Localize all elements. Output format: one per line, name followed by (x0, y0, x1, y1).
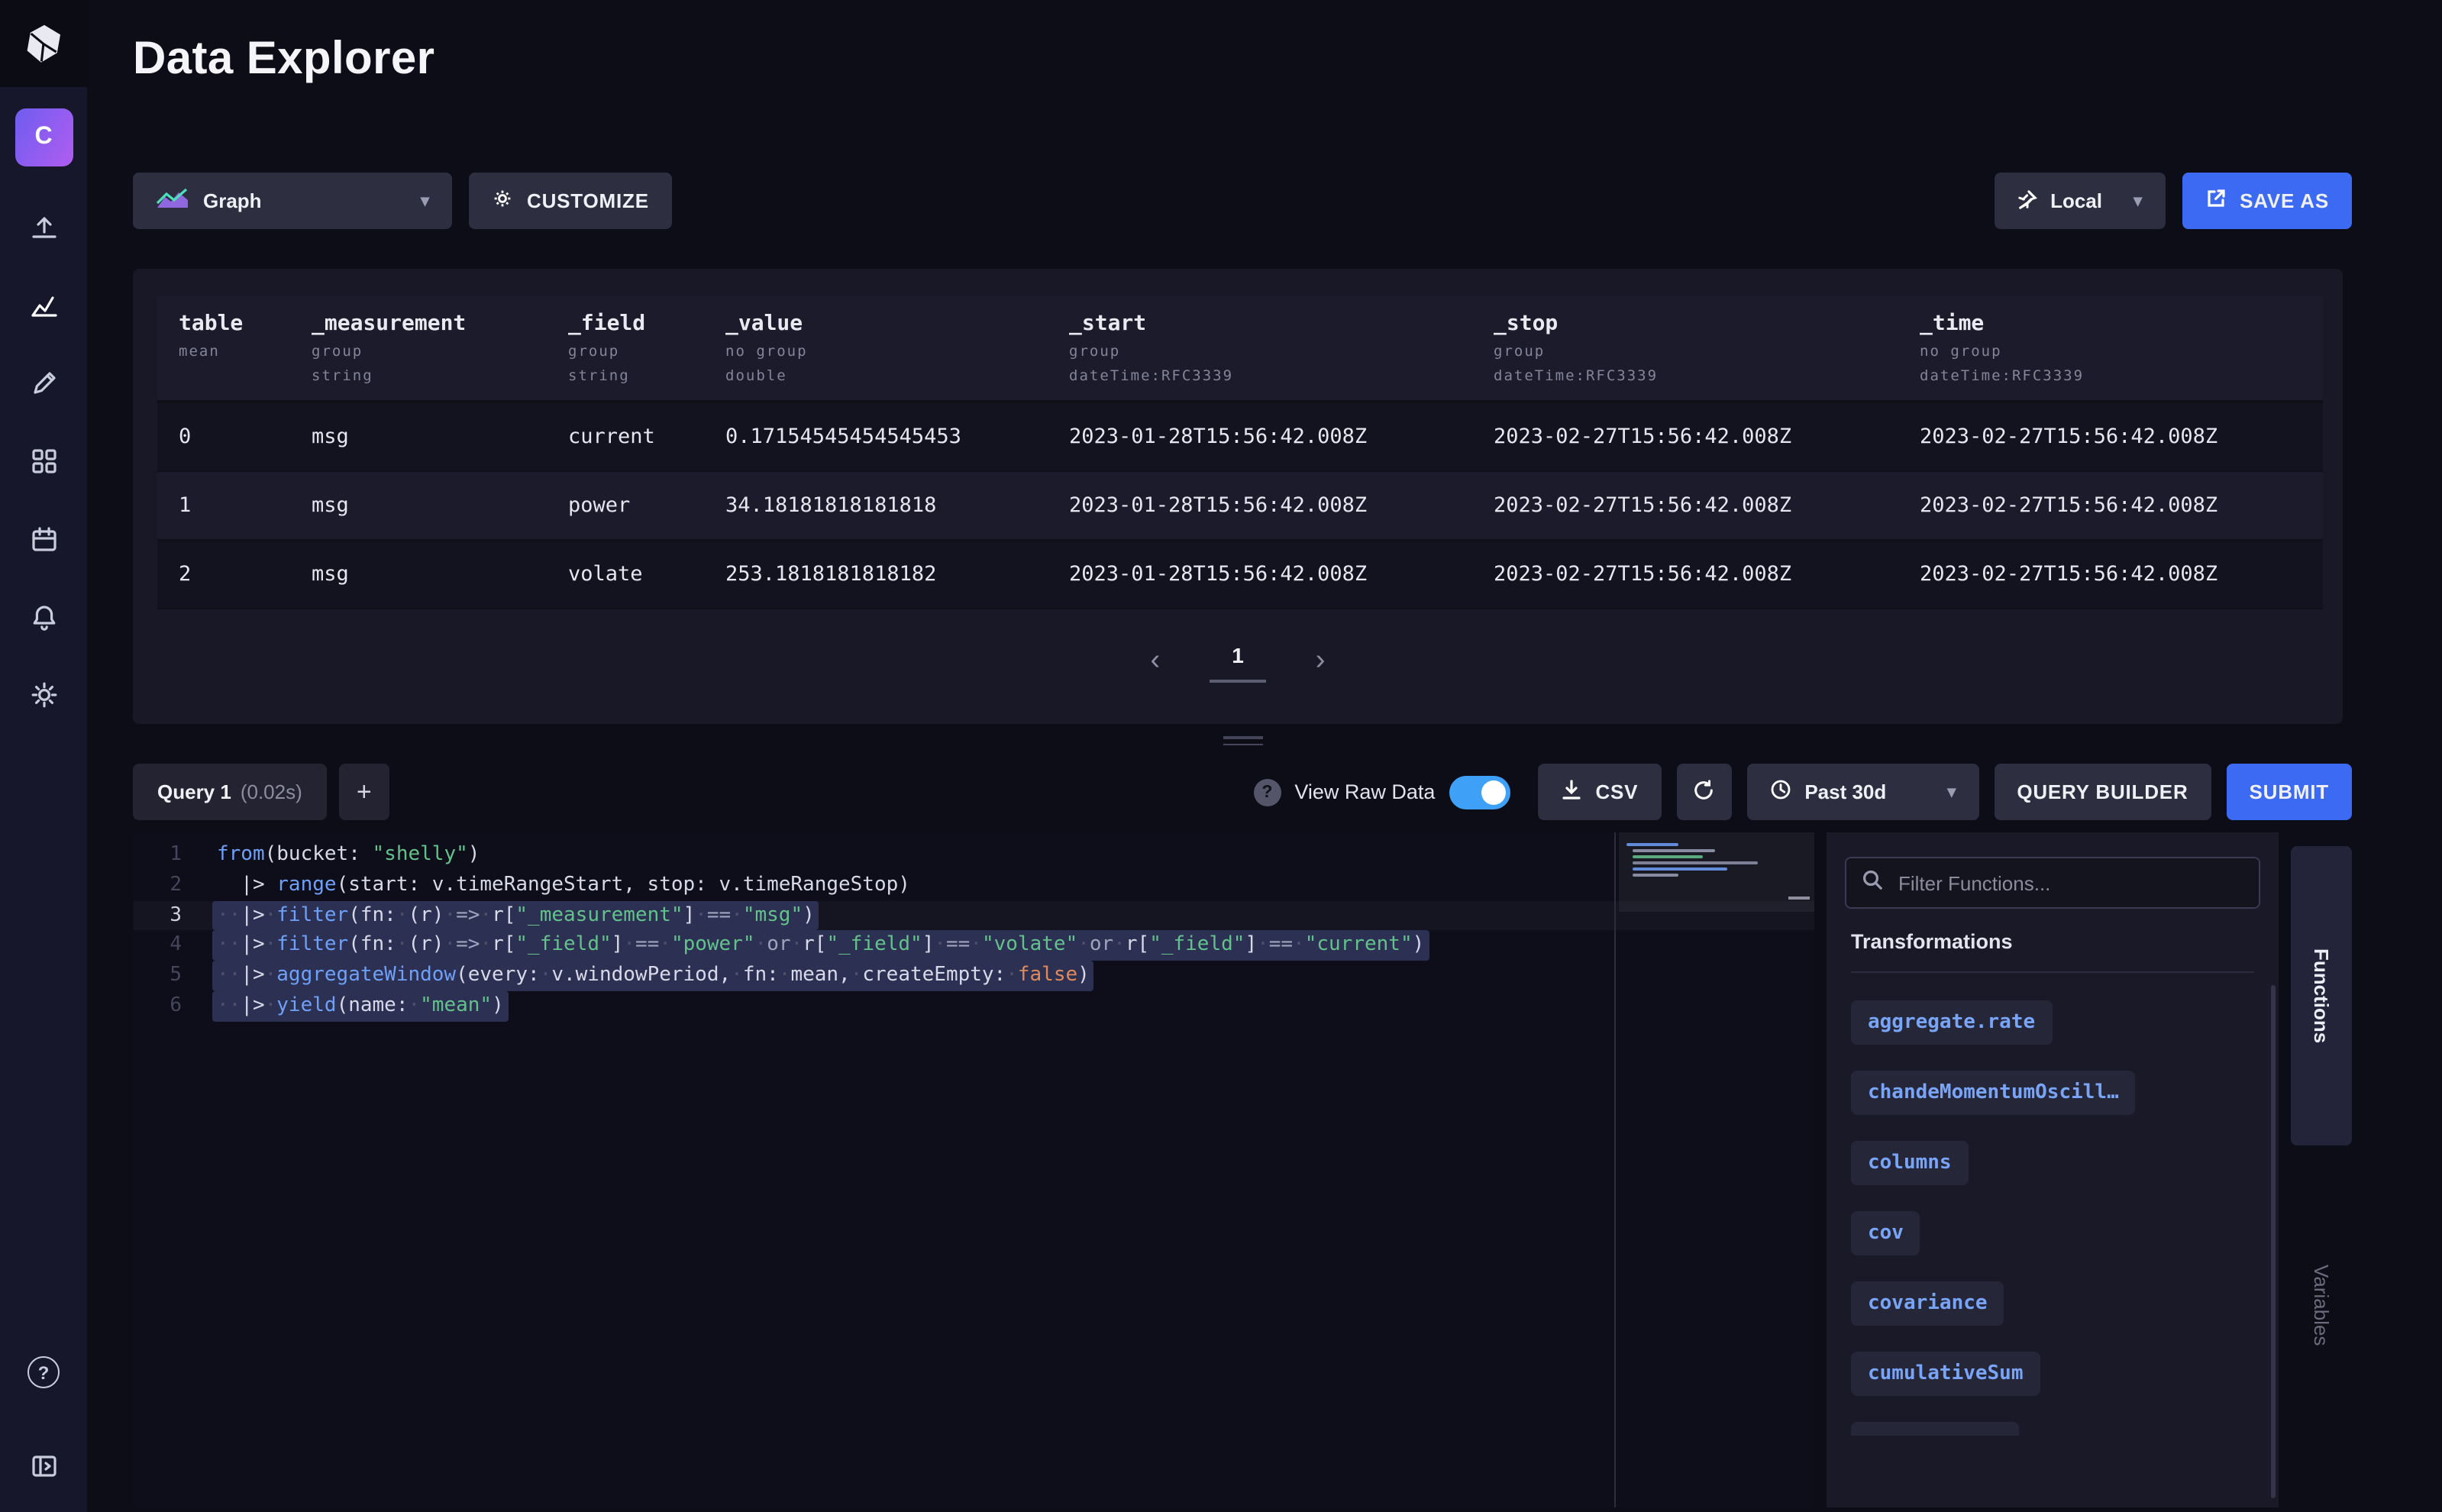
code-line: 2 |> range(start: v.timeRangeStart, stop… (133, 871, 1814, 901)
influxdb-logo[interactable] (0, 0, 87, 87)
panel-resize-handle[interactable] (133, 736, 2352, 745)
clock-icon (1769, 779, 1791, 805)
column-header: _fieldgroupstring (568, 312, 725, 385)
flux-code-editor[interactable]: 1from(bucket: "shelly")2 |> range(start:… (133, 832, 1814, 1507)
chevron-down-icon: ▾ (1947, 782, 1956, 802)
help-icon sidebar-item-help[interactable]: ? (27, 1356, 60, 1388)
refresh-icon (1692, 778, 1715, 806)
submit-button[interactable]: SUBMIT (2227, 764, 2352, 820)
side-tabs: Functions Variables (2291, 832, 2352, 1507)
gear-icon (492, 188, 513, 214)
chevron-down-icon: ▾ (421, 191, 429, 211)
query-duration: (0.02s) (241, 780, 302, 803)
avatar[interactable]: C (15, 108, 73, 166)
dashboards-icon sidebar-item-dashboards[interactable] (25, 443, 62, 480)
function-item-partial[interactable] (1851, 1422, 2019, 1436)
add-query-button[interactable]: + (339, 764, 389, 820)
bell-icon sidebar-item-alerts[interactable] (25, 599, 62, 635)
upload-icon sidebar-item-load-data[interactable] (25, 209, 62, 246)
query-tab-label: Query 1 (157, 780, 231, 803)
code-line: 3··|>·filter(fn:·(r)·=>·r["_measurement"… (133, 900, 1814, 931)
help-icon[interactable]: ? (1253, 778, 1281, 806)
pin-icon (2017, 189, 2037, 213)
download-icon (1560, 779, 1581, 805)
function-item[interactable]: cumulativeSum (1851, 1352, 2040, 1396)
code-line: 5··|>·aggregateWindow(every:·v.windowPer… (133, 961, 1814, 991)
function-item[interactable]: columns (1851, 1141, 1969, 1185)
visualization-type-label: Graph (203, 189, 262, 212)
visualization-toolbar: Graph ▾ CUSTOMIZE (133, 173, 2352, 229)
search-icon (1862, 868, 1883, 897)
code-line: 1from(bucket: "shelly") (133, 840, 1814, 871)
graph-type-icon (156, 188, 189, 214)
local-dropdown[interactable]: Local ▾ (1994, 173, 2165, 229)
panel-collapse-handle[interactable] (1788, 897, 1810, 900)
table-row: 1msgpower34.181818181818182023-01-28T15:… (157, 472, 2323, 541)
chevron-down-icon: ▾ (2134, 191, 2142, 211)
table-header-row: tablemean_measurementgroupstring_fieldgr… (157, 296, 2323, 403)
table-row: 2msgvolate253.18181818181822023-01-28T15… (157, 541, 2323, 609)
function-item[interactable]: aggregate.rate (1851, 1000, 2052, 1045)
current-page[interactable]: 1 (1209, 640, 1267, 683)
view-raw-data-toggle[interactable] (1449, 775, 1510, 809)
column-header: _startgroupdateTime:RFC3339 (1069, 312, 1494, 385)
time-range-dropdown[interactable]: Past 30d ▾ (1746, 764, 1978, 820)
raw-data-panel: tablemean_measurementgroupstring_fieldgr… (133, 269, 2343, 724)
next-page-button[interactable]: › (1307, 643, 1335, 680)
refresh-button[interactable] (1676, 764, 1731, 820)
table-row: 0msgcurrent0.171545454545454532023-01-28… (157, 403, 2323, 472)
code-line: 6··|>·yield(name:·"mean") (133, 991, 1814, 1022)
search-input[interactable] (1895, 870, 2243, 896)
query-builder-button[interactable]: QUERY BUILDER (1994, 764, 2211, 820)
functions-scrollbar[interactable] (2271, 985, 2276, 1498)
pagination: ‹ 1 › (133, 640, 2343, 683)
editor-lines: 1from(bucket: "shelly")2 |> range(start:… (133, 832, 1814, 1022)
app-window: C (0, 0, 2442, 1512)
transformations-section-title: Transformations (1851, 930, 2254, 973)
function-item[interactable]: chandeMomentumOscill… (1851, 1071, 2136, 1115)
page-title: Data Explorer (133, 34, 2442, 86)
expand-panel-icon sidebar-collapse[interactable] (25, 1448, 62, 1485)
pencil-icon sidebar-item-notebooks[interactable] (25, 365, 62, 402)
sidebar: C (0, 0, 87, 1512)
main-content: Data Explorer Graph ▾ (87, 0, 2442, 1512)
prev-page-button[interactable]: ‹ (1142, 643, 1170, 680)
save-as-button[interactable]: SAVE AS (2182, 173, 2352, 229)
gear-icon sidebar-item-settings[interactable] (25, 677, 62, 713)
column-header: _measurementgroupstring (312, 312, 568, 385)
function-item[interactable]: cov (1851, 1211, 1920, 1255)
column-header: _timeno groupdateTime:RFC3339 (1920, 312, 2323, 385)
functions-panel: Transformations aggregate.rate chandeMome… (1827, 832, 2279, 1507)
query-toolbar: Query 1 (0.02s) + ? View Raw Data (133, 764, 2352, 820)
editor-minimap[interactable] (1619, 832, 1814, 1507)
editor-minimap-divider (1614, 832, 1616, 1507)
visualization-type-dropdown[interactable]: Graph ▾ (133, 173, 452, 229)
view-raw-data-label: View Raw Data (1294, 780, 1435, 803)
calendar-icon sidebar-item-tasks[interactable] (25, 521, 62, 557)
tab-variables[interactable]: Variables (2310, 1265, 2333, 1346)
table-body: 0msgcurrent0.171545454545454532023-01-28… (157, 403, 2323, 609)
csv-download-button[interactable]: CSV (1537, 764, 1661, 820)
column-header: _valueno groupdouble (725, 312, 1069, 385)
filter-functions-search[interactable] (1845, 857, 2260, 909)
line-chart-icon sidebar-item-data-explorer[interactable] (25, 287, 62, 324)
tab-functions[interactable]: Functions (2291, 846, 2352, 1145)
raw-data-table: tablemean_measurementgroupstring_fieldgr… (157, 296, 2323, 609)
column-header: tablemean (179, 312, 312, 385)
customize-button[interactable]: CUSTOMIZE (469, 173, 672, 229)
query-tab[interactable]: Query 1 (0.02s) (133, 764, 327, 820)
export-icon (2205, 188, 2226, 214)
functions-list: aggregate.rate chandeMomentumOscill… colum… (1827, 973, 2279, 1436)
column-header: _stopgroupdateTime:RFC3339 (1494, 312, 1920, 385)
function-item[interactable]: covariance (1851, 1281, 2004, 1326)
code-line: 4··|>·filter(fn:·(r)·=>·r["_field"]·==·"… (133, 931, 1814, 961)
